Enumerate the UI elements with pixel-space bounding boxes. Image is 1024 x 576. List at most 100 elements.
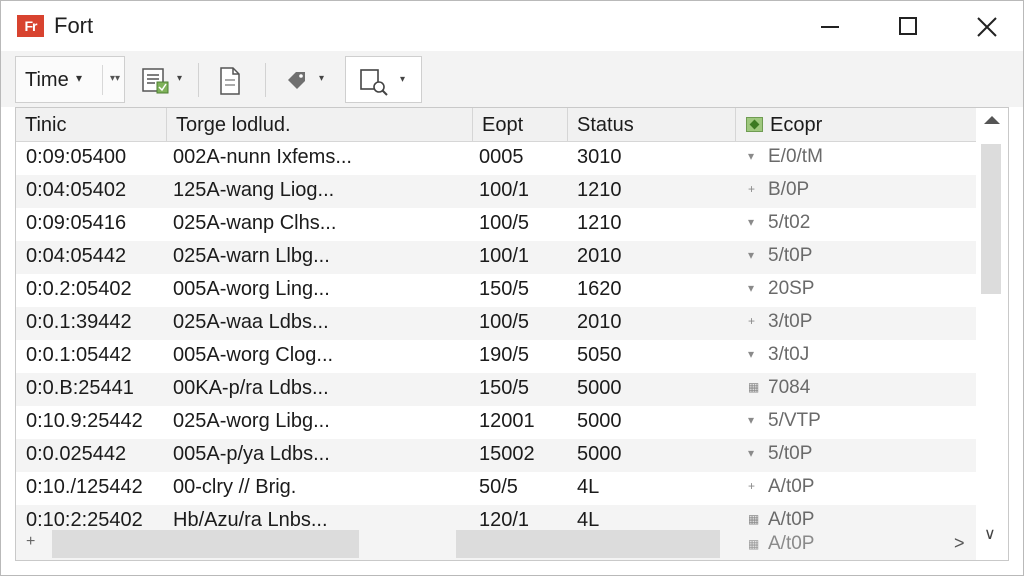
cell-ecopr: E/0/tM (768, 146, 823, 167)
close-button[interactable] (949, 1, 1023, 51)
time-dropdown-label: Time (25, 69, 69, 91)
scrollbar-thumb[interactable] (981, 144, 1001, 294)
row-marker-icon: ▾ (748, 347, 755, 361)
cell-name: 025A-wanp Clhs... (173, 212, 337, 234)
cell-eopt: 190/5 (479, 344, 530, 366)
table-row[interactable]: 0:0.025442 005A-p/ya Ldbs... 15002 5000 … (16, 439, 976, 472)
table-row[interactable]: 0:10.9:25442 025A-worg Libg... 12001 500… (16, 406, 976, 439)
column-header-status[interactable]: Status (568, 108, 736, 141)
cell-status: 5000 (577, 410, 622, 432)
row-marker-icon: ▾ (748, 215, 755, 229)
table-row[interactable]: 0:0.1:05442 005A-worg Clog... 190/5 5050… (16, 340, 976, 373)
scroll-left-icon[interactable]: + (26, 533, 35, 551)
cell-eopt: 0005 (479, 146, 524, 168)
cell-ecopr: B/0P (768, 179, 810, 200)
scrollbar-thumb[interactable] (456, 530, 720, 558)
cell-time: 0:09:05416 (26, 212, 127, 234)
scroll-right-icon[interactable]: > (954, 533, 965, 554)
cell-ecopr: A/t0P (768, 533, 815, 554)
cell-status: 5000 (577, 377, 622, 399)
cell-time: 0:0.1:05442 (26, 344, 132, 366)
scroll-down-icon[interactable]: ∨ (984, 524, 996, 544)
chevron-down-icon: ▾ (400, 74, 406, 85)
vertical-scrollbar[interactable]: ∨ (976, 108, 1008, 560)
table-row[interactable]: 0:09:05400 002A-nunn Ixfems... 0005 3010… (16, 142, 976, 175)
tag-button[interactable]: ▾ (279, 56, 335, 103)
maximize-button[interactable] (870, 1, 944, 51)
cell-eopt: 100/5 (479, 212, 530, 234)
cell-status: 3010 (577, 146, 622, 168)
export-icon (746, 117, 763, 132)
report-icon (142, 68, 169, 94)
cell-eopt: 15002 (479, 443, 535, 465)
cell-ecopr: A/t0P (768, 476, 815, 497)
cell-eopt: 100/5 (479, 311, 530, 333)
table-row[interactable]: 0:04:05442 025A-warn Llbg... 100/1 2010 … (16, 241, 976, 274)
report-button[interactable]: ▾ (137, 56, 193, 103)
column-header-eopt[interactable]: Eopt (473, 108, 568, 141)
cell-name: 025A-warn Llbg... (173, 245, 330, 267)
table-row[interactable]: 0:10./125442 00-clry // Brig. 50/5 4L + … (16, 472, 976, 505)
cell-status: 4L (577, 476, 600, 498)
cell-time: 0:0.1:39442 (26, 311, 132, 333)
cell-status: 1210 (577, 179, 622, 201)
horizontal-scrollbar[interactable]: + ▦ A/t0P > (16, 528, 976, 560)
cell-name: 025A-waa Ldbs... (173, 311, 329, 333)
divider (102, 65, 103, 95)
chevron-down-icon: ▾ (177, 73, 183, 84)
table-row[interactable]: 0:0.2:05402 005A-worg Ling... 150/5 1620… (16, 274, 976, 307)
expand-icon[interactable]: ▾▾ (110, 73, 120, 84)
row-marker-icon: ▾ (748, 413, 755, 427)
table-row[interactable]: 0:0.1:39442 025A-waa Ldbs... 100/5 2010 … (16, 307, 976, 340)
row-marker-icon: ▾ (748, 248, 755, 262)
cell-ecopr: 5/t0P (768, 245, 813, 266)
app-logo-icon: Fr (17, 15, 44, 37)
cell-ecopr: 5/VTP (768, 410, 821, 431)
document-icon (220, 67, 240, 95)
chevron-down-icon: ▾ (76, 71, 83, 85)
column-header-ecopr[interactable]: Ecopr (736, 108, 976, 141)
window-title: Fort (54, 13, 94, 38)
row-marker-icon: ▾ (748, 149, 755, 163)
cell-eopt: 150/5 (479, 278, 530, 300)
cell-status: 5050 (577, 344, 622, 366)
table-header: Tinic Torge lodlud. Eopt Status Ecopr (16, 108, 976, 142)
column-header-torge[interactable]: Torge lodlud. (167, 108, 473, 141)
log-list-view: Tinic Torge lodlud. Eopt Status Ecopr 0:… (15, 107, 1009, 561)
row-marker-icon: ▦ (748, 537, 760, 551)
cell-name: 00KA-p/ra Ldbs... (173, 377, 329, 399)
cell-ecopr: 20SP (768, 278, 815, 299)
cell-status: 5000 (577, 443, 622, 465)
row-marker-icon: ▦ (748, 512, 760, 526)
scrollbar-thumb[interactable] (52, 530, 359, 558)
row-marker-icon: + (748, 479, 756, 493)
cell-ecopr: 5/t02 (768, 212, 811, 233)
table-row[interactable]: 0:04:05402 125A-wang Liog... 100/1 1210 … (16, 175, 976, 208)
minimize-button[interactable] (791, 1, 865, 51)
row-marker-icon: ▾ (748, 446, 755, 460)
cell-name: 002A-nunn Ixfems... (173, 146, 352, 168)
time-dropdown[interactable]: Time ▾ ▾▾ (15, 56, 125, 103)
cell-time: 0:0.2:05402 (26, 278, 132, 300)
cell-time: 0:0.B:25441 (26, 377, 134, 399)
cell-name: 125A-wang Liog... (173, 179, 335, 201)
table-row[interactable]: 0:0.B:25441 00KA-p/ra Ldbs... 150/5 5000… (16, 373, 976, 406)
toolbar-divider (198, 63, 199, 97)
cell-name: 005A-worg Ling... (173, 278, 330, 300)
column-header-tinic[interactable]: Tinic (16, 108, 167, 141)
minimize-icon (821, 26, 839, 28)
cell-eopt: 100/1 (479, 245, 530, 267)
cell-ecopr: 5/t0P (768, 443, 813, 464)
search-document-button[interactable]: ▾ (345, 56, 422, 103)
row-marker-icon: ▾ (748, 281, 755, 295)
row-marker-icon: + (748, 314, 756, 328)
document-button[interactable] (211, 56, 251, 103)
maximize-icon (899, 17, 917, 35)
table-row[interactable]: 0:09:05416 025A-wanp Clhs... 100/5 1210 … (16, 208, 976, 241)
cell-status: 1210 (577, 212, 622, 234)
cell-eopt: 50/5 (479, 476, 518, 498)
chevron-down-icon: ▾ (319, 73, 325, 84)
cell-ecopr: 7084 (768, 377, 811, 398)
scroll-up-icon[interactable] (984, 116, 1000, 124)
cell-name: 025A-worg Libg... (173, 410, 330, 432)
